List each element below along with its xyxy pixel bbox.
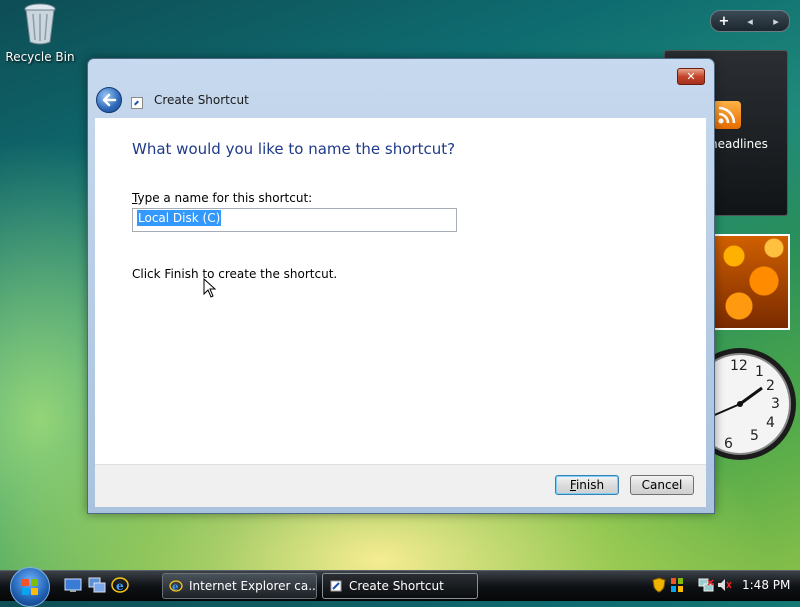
dialog-title: Create Shortcut: [154, 93, 249, 107]
clock-number-4: 4: [766, 415, 775, 431]
shortcut-name-selected-text: Local Disk (C): [137, 210, 222, 226]
clock-number-5: 5: [750, 428, 759, 444]
taskbar-item-label: Create Shortcut: [349, 579, 444, 593]
start-button[interactable]: [10, 567, 50, 607]
mouse-cursor-icon: [203, 277, 217, 301]
cancel-button[interactable]: Cancel: [630, 475, 694, 495]
wizard-footer: Finish Cancel: [95, 464, 706, 507]
back-arrow-icon: [102, 93, 117, 107]
taskbar: e e Internet Explorer ca... Create Short…: [0, 567, 800, 607]
wizard-heading: What would you like to name the shortcut…: [132, 140, 456, 158]
volume-muted-icon[interactable]: [716, 577, 732, 593]
shortcut-name-input[interactable]: Local Disk (C): [132, 208, 457, 232]
shortcut-icon: [131, 97, 143, 109]
clock-number-1: 1: [755, 364, 764, 380]
recycle-bin-desktop-icon[interactable]: Recycle Bin: [4, 2, 76, 64]
clock-number-6: 6: [724, 436, 733, 452]
recycle-bin-icon: [22, 2, 58, 46]
clock-gadget[interactable]: 12 1 2 3 4 5 6: [684, 340, 800, 470]
show-desktop-icon[interactable]: [64, 577, 82, 593]
close-button[interactable]: ✕: [677, 68, 705, 85]
create-shortcut-dialog: ✕ Create Shortcut What would you like to…: [87, 58, 715, 514]
finish-instruction: Click Finish to create the shortcut.: [132, 267, 338, 281]
svg-text:e: e: [172, 582, 178, 593]
prev-gadget-button[interactable]: ◂: [737, 15, 763, 28]
sidebar-controls: + ◂ ▸: [710, 10, 790, 32]
internet-explorer-icon: e: [169, 580, 183, 593]
taskbar-clock[interactable]: 1:48 PM: [742, 578, 790, 592]
recycle-bin-label: Recycle Bin: [5, 50, 75, 64]
clock-number-12: 12: [730, 358, 748, 374]
rss-icon: [713, 101, 741, 129]
back-button[interactable]: [96, 87, 122, 113]
add-gadget-button[interactable]: +: [711, 14, 737, 29]
internet-explorer-quicklaunch-icon[interactable]: e: [111, 577, 129, 593]
clock-number-3: 3: [771, 396, 780, 412]
shortcut-name-label: Type a name for this shortcut:: [132, 191, 312, 205]
windows-logo-icon: [22, 579, 38, 595]
svg-text:e: e: [116, 579, 124, 593]
shortcut-small-icon: [330, 580, 342, 592]
slideshow-gadget[interactable]: [712, 234, 790, 330]
finish-label-rest: inish: [575, 478, 605, 492]
taskbar-item-label: Internet Explorer ca...: [189, 579, 317, 593]
shortcut-name-label-rest: ype a name for this shortcut:: [137, 191, 313, 205]
finish-button[interactable]: Finish: [555, 475, 619, 495]
wizard-content: What would you like to name the shortcut…: [95, 118, 706, 464]
windows-update-icon[interactable]: [670, 577, 684, 593]
taskbar-item-internet-explorer[interactable]: e Internet Explorer ca...: [162, 573, 317, 599]
switch-windows-icon[interactable]: [88, 577, 106, 593]
security-shield-icon[interactable]: [652, 577, 666, 593]
network-icon[interactable]: [698, 577, 714, 593]
taskbar-item-create-shortcut[interactable]: Create Shortcut: [322, 573, 478, 599]
feed-headlines-text: headlines: [710, 137, 768, 151]
next-gadget-button[interactable]: ▸: [763, 15, 789, 28]
clock-number-2: 2: [766, 378, 775, 394]
